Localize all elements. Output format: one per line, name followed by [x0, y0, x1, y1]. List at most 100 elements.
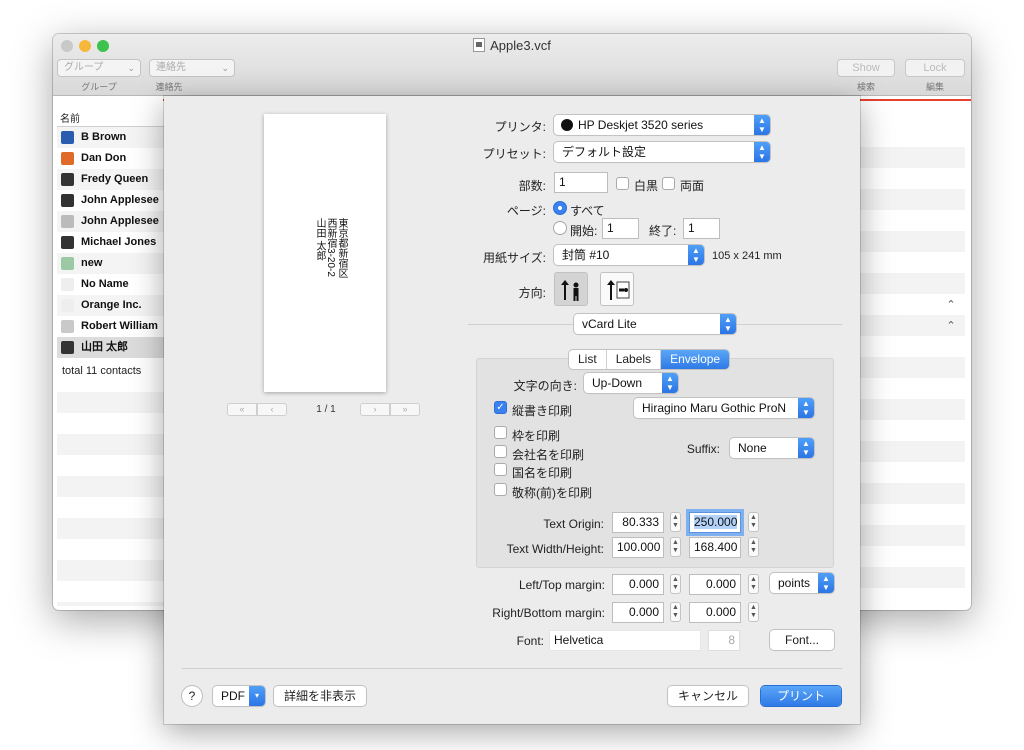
text-direction-select[interactable]: Up-Down ▲ ▼: [584, 373, 678, 393]
first-page-button[interactable]: «: [227, 403, 257, 416]
pages-from-field[interactable]: 1: [602, 218, 639, 239]
contact-row[interactable]: No Name: [57, 274, 164, 295]
honorific-label: 敬称(前)を印刷: [512, 486, 592, 500]
text-direction-value: Up-Down: [592, 376, 643, 390]
bottom-margin-stepper[interactable]: ▲ ▼: [748, 602, 759, 622]
pages-range-radio[interactable]: [553, 221, 567, 235]
text-origin-y-field[interactable]: 250.000: [689, 512, 741, 533]
window-title: Apple3.vcf: [53, 38, 971, 53]
country-label: 国名を印刷: [512, 466, 573, 480]
company-checkbox[interactable]: [494, 445, 507, 458]
avatar-icon: [61, 131, 74, 144]
landscape-orientation-button[interactable]: [600, 272, 634, 306]
country-checkbox[interactable]: [494, 463, 507, 476]
contact-row[interactable]: John Applesee: [57, 190, 164, 211]
address-line-3: 山田 太郎: [314, 218, 325, 261]
right-bottom-margin-label: Right/Bottom margin:: [492, 606, 605, 620]
tab-envelope[interactable]: Envelope: [661, 350, 730, 369]
preset-select[interactable]: デフォルト設定 ▲ ▼: [554, 142, 770, 162]
hide-details-button[interactable]: 詳細を非表示: [274, 686, 366, 706]
honorific-checkbox[interactable]: [494, 483, 507, 496]
avatar-icon: [61, 194, 74, 207]
app-options-select[interactable]: vCard Lite ▲ ▼: [574, 314, 736, 334]
lock-button[interactable]: Lock: [905, 59, 965, 77]
tab-labels[interactable]: Labels: [607, 350, 662, 369]
group-select[interactable]: グループ ⌄: [57, 59, 141, 77]
pages-all-label: すべて: [570, 204, 605, 218]
contact-name: Orange Inc.: [81, 299, 142, 311]
left-margin-stepper[interactable]: ▲ ▼: [670, 574, 681, 594]
contact-row[interactable]: Michael Jones: [57, 232, 164, 253]
top-margin-field[interactable]: 0.000: [689, 574, 741, 595]
text-height-field[interactable]: 168.400: [689, 537, 741, 558]
duplex-checkbox[interactable]: [662, 177, 675, 190]
contact-row[interactable]: Fredy Queen: [57, 169, 164, 190]
right-margin-field[interactable]: 0.000: [612, 602, 664, 623]
font-family-select[interactable]: Hiragino Maru Gothic ProN ▲ ▼: [634, 398, 814, 418]
avatar-icon: [61, 236, 74, 249]
contact-row[interactable]: B Brown: [57, 127, 164, 148]
tab-list[interactable]: List: [569, 350, 607, 369]
previous-page-button[interactable]: ‹: [257, 403, 287, 416]
font-button[interactable]: Font...: [770, 630, 834, 650]
updown-chevron-icon[interactable]: ⌃: [941, 319, 961, 337]
left-margin-field[interactable]: 0.000: [612, 574, 664, 595]
top-margin-stepper[interactable]: ▲ ▼: [748, 574, 759, 594]
name-column-header[interactable]: 名前: [57, 106, 164, 127]
preset-label: プリセット:: [482, 147, 546, 161]
group-caption: グループ: [81, 82, 117, 92]
pages-to-field[interactable]: 1: [683, 218, 720, 239]
contact-row[interactable]: Robert William: [57, 316, 164, 337]
layout-tabs: List Labels Envelope: [569, 350, 730, 369]
printer-label: プリンタ:: [494, 120, 546, 134]
help-button[interactable]: ?: [182, 686, 202, 706]
vertical-print-checkbox[interactable]: ✓: [494, 401, 507, 414]
updown-chevron-icon: ▲ ▼: [754, 115, 770, 135]
bw-checkbox[interactable]: [616, 177, 629, 190]
copies-field[interactable]: 1: [554, 172, 608, 193]
suffix-select[interactable]: None ▲ ▼: [730, 438, 814, 458]
copies-label: 部数:: [518, 179, 546, 193]
avatar-icon: [61, 299, 74, 312]
contact-row[interactable]: 山田 太郎: [57, 337, 164, 358]
search-caption: 検索: [856, 82, 875, 92]
group-select-value: グループ: [64, 62, 104, 73]
font-family-value: Hiragino Maru Gothic ProN: [642, 401, 787, 415]
text-width-stepper[interactable]: ▲ ▼: [670, 537, 681, 557]
print-preview-page: 東京都新宿区 西新宿3-20-2 山田 太郎: [264, 114, 386, 392]
duplex-label: 両面: [680, 179, 705, 193]
avatar-icon: [61, 152, 74, 165]
text-width-field[interactable]: 100.000: [612, 537, 664, 558]
right-margin-stepper[interactable]: ▲ ▼: [670, 602, 681, 622]
pdf-menu-button[interactable]: PDF ▾: [213, 686, 265, 706]
contact-list: 名前 B Brown Dan Don Fredy Queen John Applese…: [57, 106, 165, 606]
bottom-margin-field[interactable]: 0.000: [689, 602, 741, 623]
pages-all-radio[interactable]: [553, 201, 567, 215]
printer-value: HP Deskjet 3520 series: [578, 118, 704, 132]
show-button[interactable]: Show: [837, 59, 895, 77]
text-origin-y-stepper[interactable]: ▲ ▼: [748, 512, 759, 532]
text-height-stepper[interactable]: ▲ ▼: [748, 537, 759, 557]
text-origin-x-stepper[interactable]: ▲ ▼: [670, 512, 681, 532]
updown-chevron-icon[interactable]: ⌃: [941, 298, 961, 316]
contact-row[interactable]: Orange Inc.: [57, 295, 164, 316]
next-page-button[interactable]: ›: [360, 403, 390, 416]
contact-row[interactable]: Dan Don: [57, 148, 164, 169]
print-button[interactable]: プリント: [761, 686, 841, 706]
contacts-select[interactable]: 連絡先 ⌄: [149, 59, 235, 77]
last-page-button[interactable]: »: [390, 403, 420, 416]
paper-size-select[interactable]: 封筒 #10 ▲ ▼: [554, 245, 704, 265]
portrait-orientation-button[interactable]: [554, 272, 588, 306]
units-select[interactable]: points ▲ ▼: [770, 573, 834, 593]
frame-checkbox[interactable]: [494, 426, 507, 439]
updown-chevron-icon: ▲ ▼: [720, 314, 736, 334]
printer-select[interactable]: HP Deskjet 3520 series ▲ ▼: [554, 115, 770, 135]
contacts-total: total 11 contacts: [62, 365, 142, 377]
contact-row[interactable]: John Applesee: [57, 211, 164, 232]
cancel-button[interactable]: キャンセル: [668, 686, 748, 706]
pages-from-label: 開始:: [570, 224, 598, 238]
address-line-1: 東京都新宿区: [336, 218, 347, 278]
text-origin-x-field[interactable]: 80.333: [612, 512, 664, 533]
contact-name: Fredy Queen: [81, 173, 149, 185]
contact-row[interactable]: new: [57, 253, 164, 274]
